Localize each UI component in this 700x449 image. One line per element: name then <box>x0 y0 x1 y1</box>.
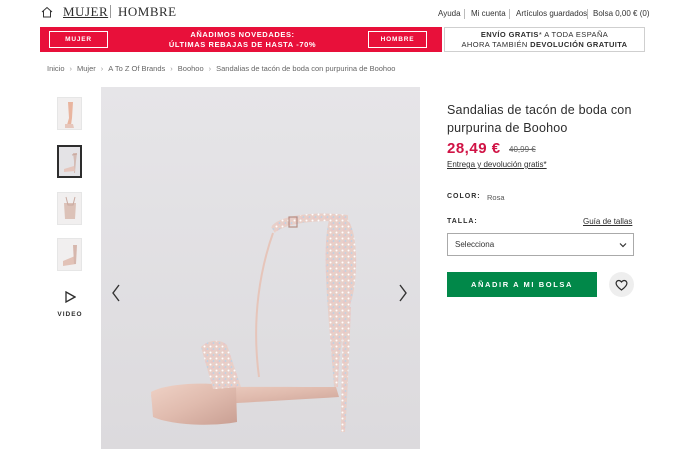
thumbnail-image <box>58 239 81 270</box>
shipping-bold: ENVÍO GRATIS <box>480 30 539 39</box>
original-price: 40,99 € <box>509 145 536 154</box>
saved-items-link[interactable]: Artículos guardados <box>516 9 587 18</box>
color-label: COLOR: <box>447 193 481 200</box>
shipping-line: ENVÍO GRATIS* A TODA ESPAÑA <box>445 30 644 40</box>
utility-divider <box>587 9 588 19</box>
breadcrumb-current: Sandalias de tacón de boda con purpurina… <box>216 64 396 73</box>
chevron-left-icon[interactable] <box>111 284 121 302</box>
product-photo <box>101 87 420 449</box>
thumbnail-1[interactable] <box>57 97 82 130</box>
product-main-image <box>101 87 420 449</box>
delivery-returns-link[interactable]: Entrega y devolución gratis* <box>447 160 547 169</box>
chevron-right-icon[interactable] <box>398 284 408 302</box>
nav-divider <box>110 5 111 18</box>
promo-headline-2: ÚLTIMAS REBAJAS DE HASTA -70% <box>168 40 317 49</box>
size-select-value: Selecciona <box>455 240 495 249</box>
heart-icon <box>615 279 628 291</box>
promo-banner: MUJER AÑADIMOS NOVEDADES: ÚLTIMAS REBAJA… <box>40 27 442 52</box>
breadcrumb-chevron-icon: › <box>170 64 173 73</box>
top-bar: MUJER HOMBRE Ayuda Mi cuenta Artículos g… <box>0 0 700 24</box>
current-price: 28,49 € <box>447 140 501 157</box>
size-select[interactable]: Selecciona <box>447 233 634 256</box>
shipping-rest: * A TODA ESPAÑA <box>538 30 609 39</box>
utility-divider <box>509 9 510 19</box>
returns-line: AHORA TAMBIÉN DEVOLUCIÓN GRATUITA <box>445 40 644 50</box>
breadcrumb-chevron-icon: › <box>100 64 104 73</box>
promo-men-button[interactable]: HOMBRE <box>368 31 427 48</box>
add-to-bag-button[interactable]: AÑADIR A MI BOLSA <box>447 272 597 297</box>
promo-headline-1: AÑADIMOS NOVEDADES: <box>190 30 295 39</box>
save-for-later-button[interactable] <box>609 272 634 297</box>
promo-women-button[interactable]: MUJER <box>49 31 108 48</box>
breadcrumb-item[interactable]: Boohoo <box>178 64 204 73</box>
video-label[interactable]: VIDEO <box>57 311 83 318</box>
thumbnail-image <box>58 98 81 129</box>
size-label: TALLA: <box>447 218 478 225</box>
thumbnail-3[interactable] <box>57 192 82 225</box>
breadcrumb-item[interactable]: Mujer <box>77 64 96 73</box>
thumbnail-image <box>58 193 81 224</box>
color-value: Rosa <box>487 193 505 202</box>
home-icon[interactable] <box>41 6 53 18</box>
breadcrumb-item[interactable]: Inicio <box>47 64 65 73</box>
chevron-down-icon <box>619 243 627 248</box>
utility-divider <box>464 9 465 19</box>
breadcrumb-item[interactable]: A To Z Of Brands <box>108 64 165 73</box>
shipping-banner: ENVÍO GRATIS* A TODA ESPAÑA AHORA TAMBIÉ… <box>444 27 645 52</box>
thumbnail-2[interactable] <box>57 145 82 178</box>
help-link[interactable]: Ayuda <box>438 9 461 18</box>
nav-men-link[interactable]: HOMBRE <box>118 4 177 20</box>
thumbnail-image <box>59 147 80 176</box>
size-guide-link[interactable]: Guía de tallas <box>583 217 632 226</box>
returns-bold: DEVOLUCIÓN GRATUITA <box>530 40 628 49</box>
breadcrumb-chevron-icon: › <box>69 64 73 73</box>
thumbnail-4[interactable] <box>57 238 82 271</box>
breadcrumb-chevron-icon: › <box>208 64 212 73</box>
product-title: Sandalias de tacón de boda con purpurina… <box>447 103 632 135</box>
breadcrumb: Inicio › Mujer › A To Z Of Brands › Boohoo › San… <box>47 64 395 73</box>
bag-link[interactable]: Bolsa 0,00 € (0) <box>593 9 649 18</box>
nav-women-link[interactable]: MUJER <box>63 4 108 20</box>
play-icon[interactable] <box>64 291 76 303</box>
account-link[interactable]: Mi cuenta <box>471 9 506 18</box>
returns-pre: AHORA TAMBIÉN <box>461 40 531 49</box>
